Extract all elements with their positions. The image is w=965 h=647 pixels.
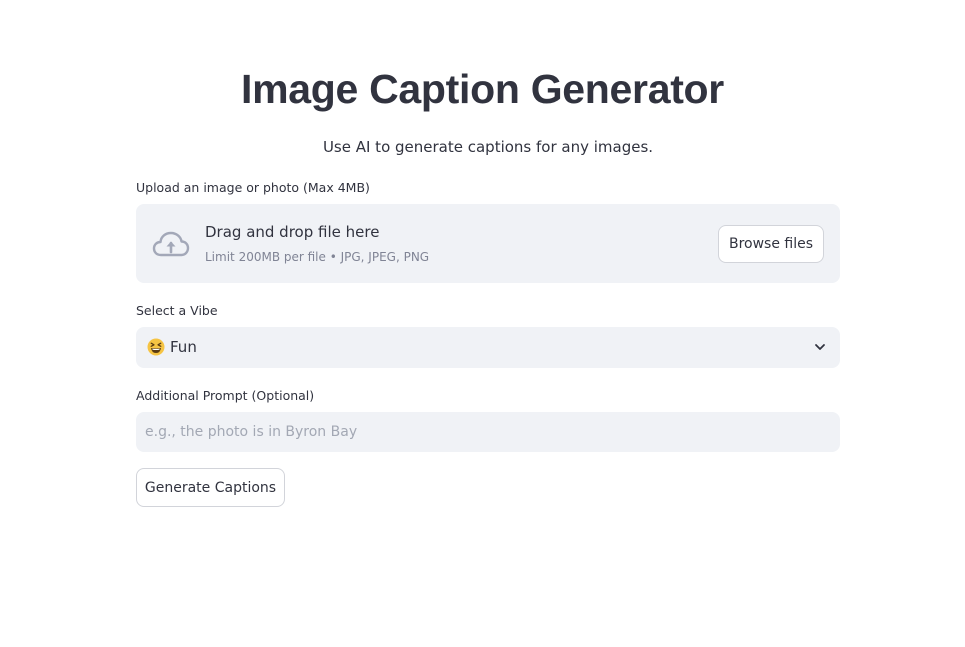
generate-captions-button[interactable]: Generate Captions (136, 468, 285, 507)
vibe-select[interactable]: Fun (136, 327, 840, 368)
grinning-squinting-face-icon (147, 338, 165, 356)
upload-label: Upload an image or photo (Max 4MB) (136, 180, 370, 195)
page-subtitle: Use AI to generate captions for any imag… (322, 138, 654, 156)
dropzone-limit-text: Limit 200MB per file • JPG, JPEG, PNG (205, 250, 430, 264)
cloud-upload-icon (152, 231, 190, 257)
vibe-label: Select a Vibe (136, 303, 218, 318)
browse-files-button[interactable]: Browse files (718, 225, 824, 263)
prompt-label: Additional Prompt (Optional) (136, 388, 315, 403)
chevron-down-icon[interactable] (814, 341, 826, 353)
additional-prompt-input[interactable] (136, 412, 840, 452)
dropzone-title: Drag and drop file here (205, 223, 380, 241)
page-title: Image Caption Generator (241, 66, 724, 112)
app-page: Image Caption Generator Use AI to genera… (0, 0, 965, 647)
file-dropzone[interactable]: Drag and drop file here Limit 200MB per … (136, 204, 840, 283)
vibe-selected-value: Fun (170, 338, 197, 356)
